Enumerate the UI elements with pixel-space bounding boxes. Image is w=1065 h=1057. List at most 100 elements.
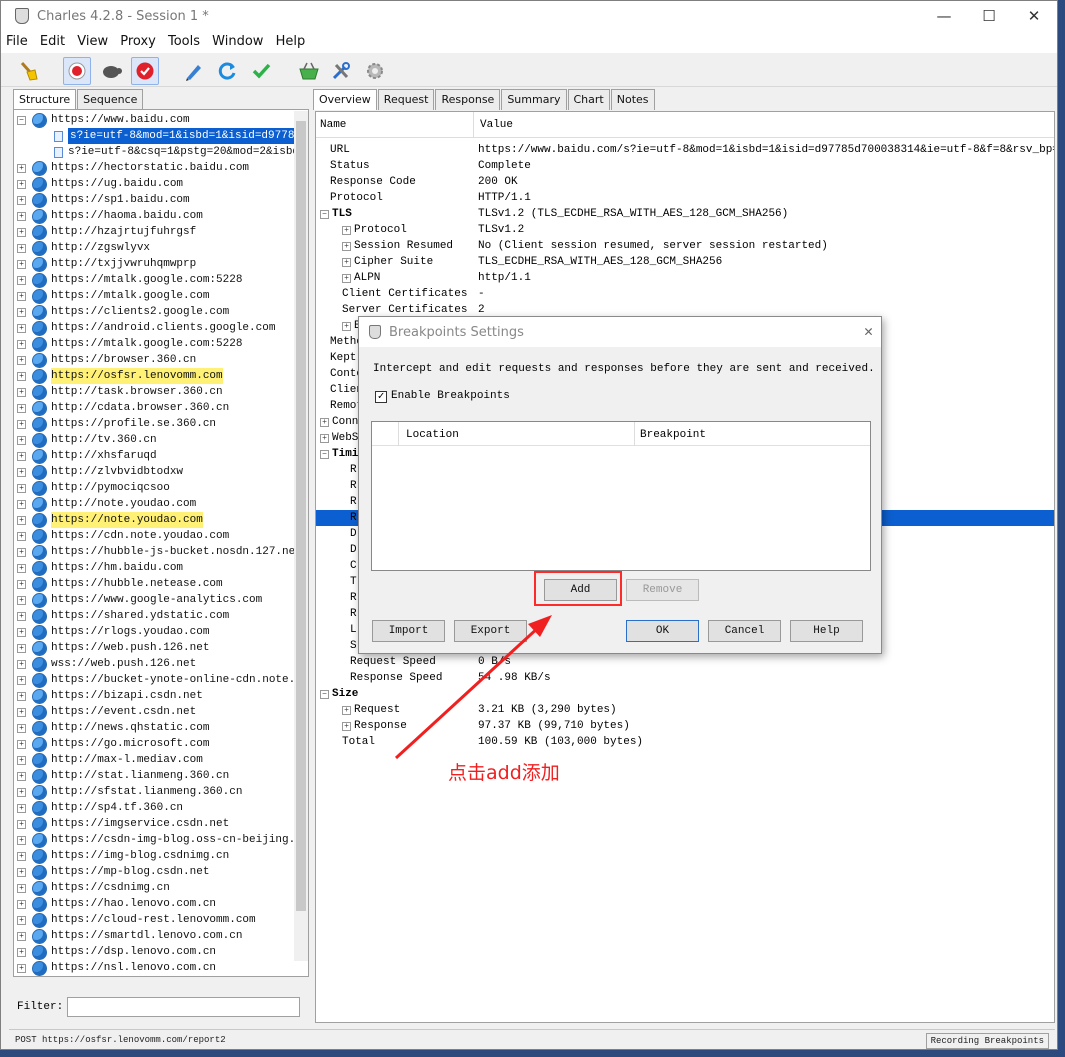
menu-edit[interactable]: Edit [37,33,68,51]
overview-row[interactable]: Client Certificates - [316,286,1054,302]
tree-host-item[interactable]: + https://bucket-ynote-online-cdn.note.yo… [14,672,308,688]
expand-toggle-icon[interactable]: + [17,404,26,413]
tree-host-item[interactable]: + https://profile.se.360.cn [14,416,304,432]
tree-host-item[interactable]: + https://rlogs.youdao.com [14,624,304,640]
expand-toggle-icon[interactable]: + [17,660,26,669]
expand-toggle-icon[interactable]: + [17,228,26,237]
expand-toggle-icon[interactable]: + [17,676,26,685]
menu-help[interactable]: Help [273,33,309,51]
overview-row[interactable]: − TLS TLSv1.2 (TLS_ECDHE_RSA_WITH_AES_128_… [316,206,1054,222]
tree-vertical-scrollbar[interactable] [294,111,308,961]
breakpoints-icon[interactable] [131,57,159,85]
tree-host-item[interactable]: + http://txjjvwruhqmwprp [14,256,304,272]
overview-row[interactable]: Request Speed 0 B/s [316,654,1054,670]
tab-chart[interactable]: Chart [567,89,610,110]
col-breakpoint-header[interactable]: Breakpoint [640,429,706,441]
col-name-header[interactable]: Name [320,119,346,131]
tree-host-item[interactable]: + wss://web.push.126.net [14,656,304,672]
expand-toggle-icon[interactable]: + [17,500,26,509]
expand-toggle-icon[interactable]: + [17,452,26,461]
col-value-header[interactable]: Value [480,119,513,131]
tree-host-item[interactable]: + https://cloud-rest.lenovomm.com [14,912,304,928]
expand-toggle-icon[interactable]: + [17,612,26,621]
enable-breakpoints-checkbox[interactable]: ✓ [375,391,387,403]
overview-row[interactable]: Response Code 200 OK [316,174,1054,190]
expand-toggle-icon[interactable]: + [17,468,26,477]
expand-toggle-icon[interactable]: + [17,964,26,973]
tree-host-item[interactable]: + https://go.microsoft.com [14,736,304,752]
expand-toggle-icon[interactable]: + [342,322,351,331]
overview-row[interactable]: Response Speed 54 .98 KB/s [316,670,1054,686]
compose-pen-icon[interactable] [179,57,207,85]
expand-toggle-icon[interactable]: + [17,324,26,333]
tree-host-item[interactable]: + https://nsl.lenovo.com.cn [14,960,304,976]
tree-host-item[interactable]: + https://mtalk.google.com [14,288,304,304]
expand-toggle-icon[interactable]: + [17,532,26,541]
filter-input[interactable] [67,997,300,1017]
expand-toggle-icon[interactable]: + [17,628,26,637]
expand-toggle-icon[interactable]: + [17,372,26,381]
tree-host-item[interactable]: + http://note.youdao.com [14,496,304,512]
expand-toggle-icon[interactable]: + [17,884,26,893]
tree-host-item[interactable]: + https://hubble-js-bucket.nosdn.127.net [14,544,304,560]
overview-row[interactable]: Total 100.59 KB (103,000 bytes) [316,734,1054,750]
expand-toggle-icon[interactable]: + [17,868,26,877]
expand-toggle-icon[interactable]: + [17,596,26,605]
tree-host-item[interactable]: + http://news.qhstatic.com [14,720,304,736]
expand-toggle-icon[interactable]: + [17,484,26,493]
expand-toggle-icon[interactable]: + [17,436,26,445]
settings-gear-icon[interactable] [361,57,389,85]
overview-row[interactable]: − Size [316,686,1054,702]
tools-icon[interactable] [327,57,355,85]
tree-host-item[interactable]: + https://shared.ydstatic.com [14,608,304,624]
tree-host-item[interactable]: + http://stat.lianmeng.360.cn [14,768,304,784]
tree-host-item[interactable]: + http://hzajrtujfuhrgsf [14,224,304,240]
tree-host-item[interactable]: + http://tv.360.cn [14,432,304,448]
close-button[interactable]: ✕ [1019,5,1049,27]
expand-toggle-icon[interactable]: + [342,706,351,715]
expand-toggle-icon[interactable]: + [17,212,26,221]
col-location-header[interactable]: Location [406,429,459,441]
expand-toggle-icon[interactable]: + [342,258,351,267]
overview-row[interactable]: + Protocol TLSv1.2 [316,222,1054,238]
tree-host-item[interactable]: + http://pymociqcsoo [14,480,304,496]
tree-host-item[interactable]: + https://dsp.lenovo.com.cn [14,944,304,960]
menu-view[interactable]: View [74,33,111,51]
expand-toggle-icon[interactable]: + [17,388,26,397]
expand-toggle-icon[interactable]: + [17,292,26,301]
tab-overview[interactable]: Overview [313,89,377,110]
expand-toggle-icon[interactable]: + [17,932,26,941]
tree-host-item[interactable]: + https://haoma.baidu.com [14,208,304,224]
export-button[interactable]: Export [454,620,527,642]
tree-host-item[interactable]: + https://csdnimg.cn [14,880,304,896]
tree-host-item[interactable]: + https://event.csdn.net [14,704,304,720]
expand-toggle-icon[interactable]: + [342,242,351,251]
tree-host-item[interactable]: + https://hubble.netease.com [14,576,304,592]
collapse-toggle-icon[interactable]: − [320,450,329,459]
expand-toggle-icon[interactable]: + [17,580,26,589]
expand-toggle-icon[interactable]: + [17,260,26,269]
expand-toggle-icon[interactable]: + [17,180,26,189]
expand-toggle-icon[interactable]: + [342,274,351,283]
dialog-close-icon[interactable]: ✕ [864,322,873,341]
overview-row[interactable]: Status Complete [316,158,1054,174]
help-button[interactable]: Help [790,620,863,642]
basket-icon[interactable] [295,57,323,85]
expand-toggle-icon[interactable]: + [17,900,26,909]
tree-host-item[interactable]: + https://imgservice.csdn.net [14,816,304,832]
remove-button[interactable]: Remove [626,579,699,601]
tree-host-item[interactable]: − https://www.baidu.com [14,112,304,128]
overview-row[interactable]: + Request 3.21 KB (3,290 bytes) [316,702,1054,718]
tree-host-item[interactable]: + http://sp4.tf.360.cn [14,800,304,816]
menu-window[interactable]: Window [209,33,266,51]
tree-request-item[interactable]: s?ie=utf-8&mod=1&isbd=1&isid=d97785d7 [14,128,308,144]
repeat-icon[interactable] [213,57,241,85]
tree-request-item[interactable]: s?ie=utf-8&csq=1&pstg=20&mod=2&isbd=1 [14,144,308,160]
tree-host-item[interactable]: + https://clients2.google.com [14,304,304,320]
tree-host-item[interactable]: + https://osfsr.lenovomm.com [14,368,304,384]
tree-host-item[interactable]: + http://task.browser.360.cn [14,384,304,400]
tree-host-item[interactable]: + https://img-blog.csdnimg.cn [14,848,304,864]
tree-host-item[interactable]: + https://cdn.note.youdao.com [14,528,304,544]
ok-button[interactable]: OK [626,620,699,642]
tree-host-item[interactable]: + https://www.google-analytics.com [14,592,304,608]
